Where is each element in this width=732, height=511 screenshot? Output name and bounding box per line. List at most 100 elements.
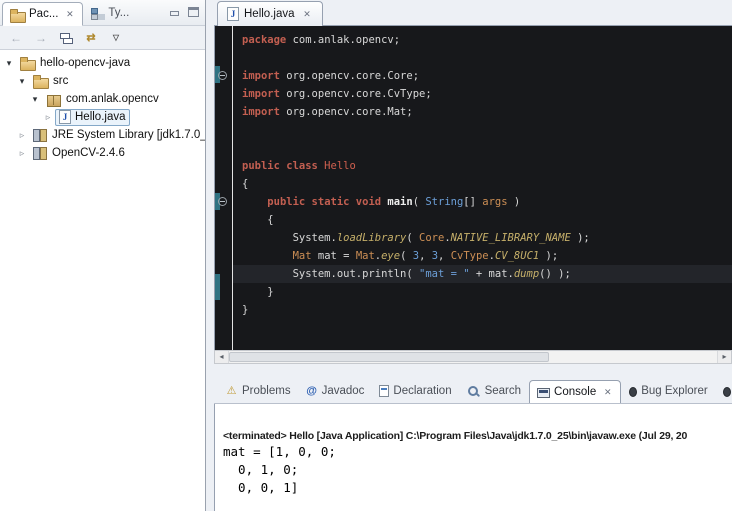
- scrollbar-track[interactable]: [229, 351, 717, 363]
- java-project-icon: [20, 56, 36, 70]
- code-text: import org.opencv.core.Core;: [233, 67, 732, 85]
- fold-collapse-icon[interactable]: [218, 71, 227, 80]
- collapse-arrow-icon[interactable]: [2, 54, 16, 72]
- code-text: System.out.println( "mat = " + mat.dump(…: [233, 265, 732, 283]
- close-icon[interactable]: [602, 387, 613, 398]
- type-hierarchy-icon: [90, 7, 104, 20]
- close-icon[interactable]: [302, 9, 313, 20]
- editor-gutter-cell: [215, 211, 233, 229]
- tab-label: Declaration: [393, 385, 451, 397]
- scrollbar-thumb[interactable]: [229, 352, 549, 362]
- code-text: Mat mat = Mat.eye( 3, 3, CvType.CV_8UC1 …: [233, 247, 732, 265]
- java-file-icon: [227, 7, 239, 21]
- tree-item-label: OpenCV-2.4.6: [52, 147, 125, 159]
- toolbar-button-view-menu[interactable]: ▽: [105, 28, 127, 48]
- package-explorer-icon: [10, 8, 25, 21]
- tree-item-com-anlak-opencv[interactable]: com.anlak.opencv: [0, 90, 205, 108]
- code-text: public static void main( String[] args ): [233, 193, 732, 211]
- editor-gutter-cell: [215, 301, 233, 319]
- editor-area: Hello.java package com.anlak.opencv; impo…: [214, 0, 732, 364]
- console-panel: Problems Javadoc Declaration Search Console B…: [214, 378, 732, 511]
- tree-item-hello-java[interactable]: Hello.java: [0, 108, 205, 126]
- tree-item-jre-system-library-jdk1-7-0-25[interactable]: JRE System Library [jdk1.7.0_25]: [0, 126, 205, 144]
- bottom-view-tab-problems[interactable]: Problems: [218, 379, 298, 403]
- code-line-2: [215, 49, 732, 67]
- bottom-view-tab-bug-explorer[interactable]: Bug Explorer: [622, 379, 714, 403]
- bottom-view-tab-search[interactable]: Search: [460, 379, 528, 403]
- horizontal-scrollbar[interactable]: [214, 350, 732, 364]
- scroll-left-icon[interactable]: [215, 351, 229, 363]
- link-with-editor-icon: ⇄: [86, 31, 95, 44]
- bottom-view-tab-bug[interactable]: Bug: [716, 379, 732, 403]
- package-explorer-panel: Pac...Ty... ← → ⇄ ▽ hello-opencv-java src com…: [0, 0, 206, 511]
- tree-item-label: Hello.java: [75, 111, 126, 123]
- expand-arrow-icon[interactable]: [41, 108, 55, 126]
- package-icon: [46, 92, 62, 106]
- code-line-15: }: [215, 283, 732, 301]
- editor-tab-hello-java[interactable]: Hello.java: [217, 1, 323, 26]
- code-text: }: [233, 301, 732, 319]
- console-output-line: 0, 1, 0;: [223, 461, 732, 479]
- eclipse-window: { "colors": { "editor_background": "#171…: [0, 0, 732, 511]
- code-line-8: public class Hello: [215, 157, 732, 175]
- tree-item-opencv-2-4-6[interactable]: OpenCV-2.4.6: [0, 144, 205, 162]
- editor-gutter-cell: [215, 139, 233, 157]
- editor-gutter-cell: [215, 157, 233, 175]
- code-line-7: [215, 139, 732, 157]
- explorer-tabs: Pac...Ty...: [2, 0, 136, 25]
- toolbar-button-collapse-all[interactable]: [55, 28, 77, 48]
- code-line-1: package com.anlak.opencv;: [215, 31, 732, 49]
- console-view[interactable]: <terminated> Hello [Java Application] C:…: [214, 404, 732, 511]
- tree-item-content: src: [29, 73, 72, 90]
- tree-item-hello-opencv-java[interactable]: hello-opencv-java: [0, 54, 205, 72]
- collapse-arrow-icon[interactable]: [15, 72, 29, 90]
- explorer-toolbar: ← → ⇄ ▽: [0, 26, 205, 50]
- expand-arrow-icon[interactable]: [15, 126, 29, 144]
- declaration-icon: [379, 385, 389, 397]
- code-text: [233, 139, 732, 157]
- console-output-line: mat = [1, 0, 0;: [223, 443, 732, 461]
- code-text: import org.opencv.core.Mat;: [233, 103, 732, 121]
- tree-item-src[interactable]: src: [0, 72, 205, 90]
- project-tree: hello-opencv-java src com.anlak.opencv Hell…: [0, 51, 205, 511]
- editor-tab-label: Hello.java: [244, 8, 295, 20]
- maximize-icon[interactable]: [188, 7, 199, 17]
- expand-arrow-icon[interactable]: [15, 144, 29, 162]
- code-line-14: System.out.println( "mat = " + mat.dump(…: [215, 265, 732, 283]
- tree-item-label: hello-opencv-java: [40, 57, 130, 69]
- bottom-view-tab-console[interactable]: Console: [529, 380, 621, 404]
- javadoc-icon: [306, 385, 318, 398]
- code-editor[interactable]: package com.anlak.opencv; import org.open…: [214, 26, 732, 350]
- bottom-view-tab-declaration[interactable]: Declaration: [372, 379, 458, 403]
- bug-icon: [723, 387, 731, 397]
- back-arrow-icon: ←: [10, 31, 22, 45]
- tree-item-label: src: [53, 75, 68, 87]
- toolbar-button-back-arrow[interactable]: ←: [5, 28, 27, 48]
- code-line-11: {: [215, 211, 732, 229]
- fold-collapse-icon[interactable]: [218, 197, 227, 206]
- tree-item-content: OpenCV-2.4.6: [29, 145, 129, 162]
- toolbar-button-forward-arrow[interactable]: →: [30, 28, 52, 48]
- tree-item-content: hello-opencv-java: [16, 55, 134, 72]
- tab-label: Problems: [242, 385, 291, 397]
- view-tab-ty[interactable]: Ty...: [83, 1, 136, 25]
- bottom-view-tab-javadoc[interactable]: Javadoc: [299, 379, 372, 403]
- code-lines: package com.anlak.opencv; import org.open…: [215, 31, 732, 319]
- close-icon[interactable]: [64, 9, 75, 20]
- toolbar-button-link-with-editor[interactable]: ⇄: [80, 28, 102, 48]
- library-icon: [33, 128, 48, 142]
- code-text: System.loadLibrary( Core.NATIVE_LIBRARY_…: [233, 229, 732, 247]
- tree-item-content: JRE System Library [jdk1.7.0_25]: [29, 127, 205, 144]
- scroll-right-icon[interactable]: [717, 351, 731, 363]
- code-text: package com.anlak.opencv;: [233, 31, 732, 49]
- view-window-buttons: [169, 7, 199, 17]
- tab-label: Console: [554, 386, 596, 398]
- editor-gutter-cell: [215, 49, 233, 67]
- editor-gutter-cell: [215, 247, 233, 265]
- collapse-arrow-icon[interactable]: [28, 90, 42, 108]
- search-icon: [467, 385, 481, 398]
- forward-arrow-icon: →: [35, 31, 47, 45]
- view-tab-pac[interactable]: Pac...: [2, 2, 83, 26]
- console-header: <terminated> Hello [Java Application] C:…: [215, 404, 732, 443]
- minimize-icon[interactable]: [169, 7, 180, 17]
